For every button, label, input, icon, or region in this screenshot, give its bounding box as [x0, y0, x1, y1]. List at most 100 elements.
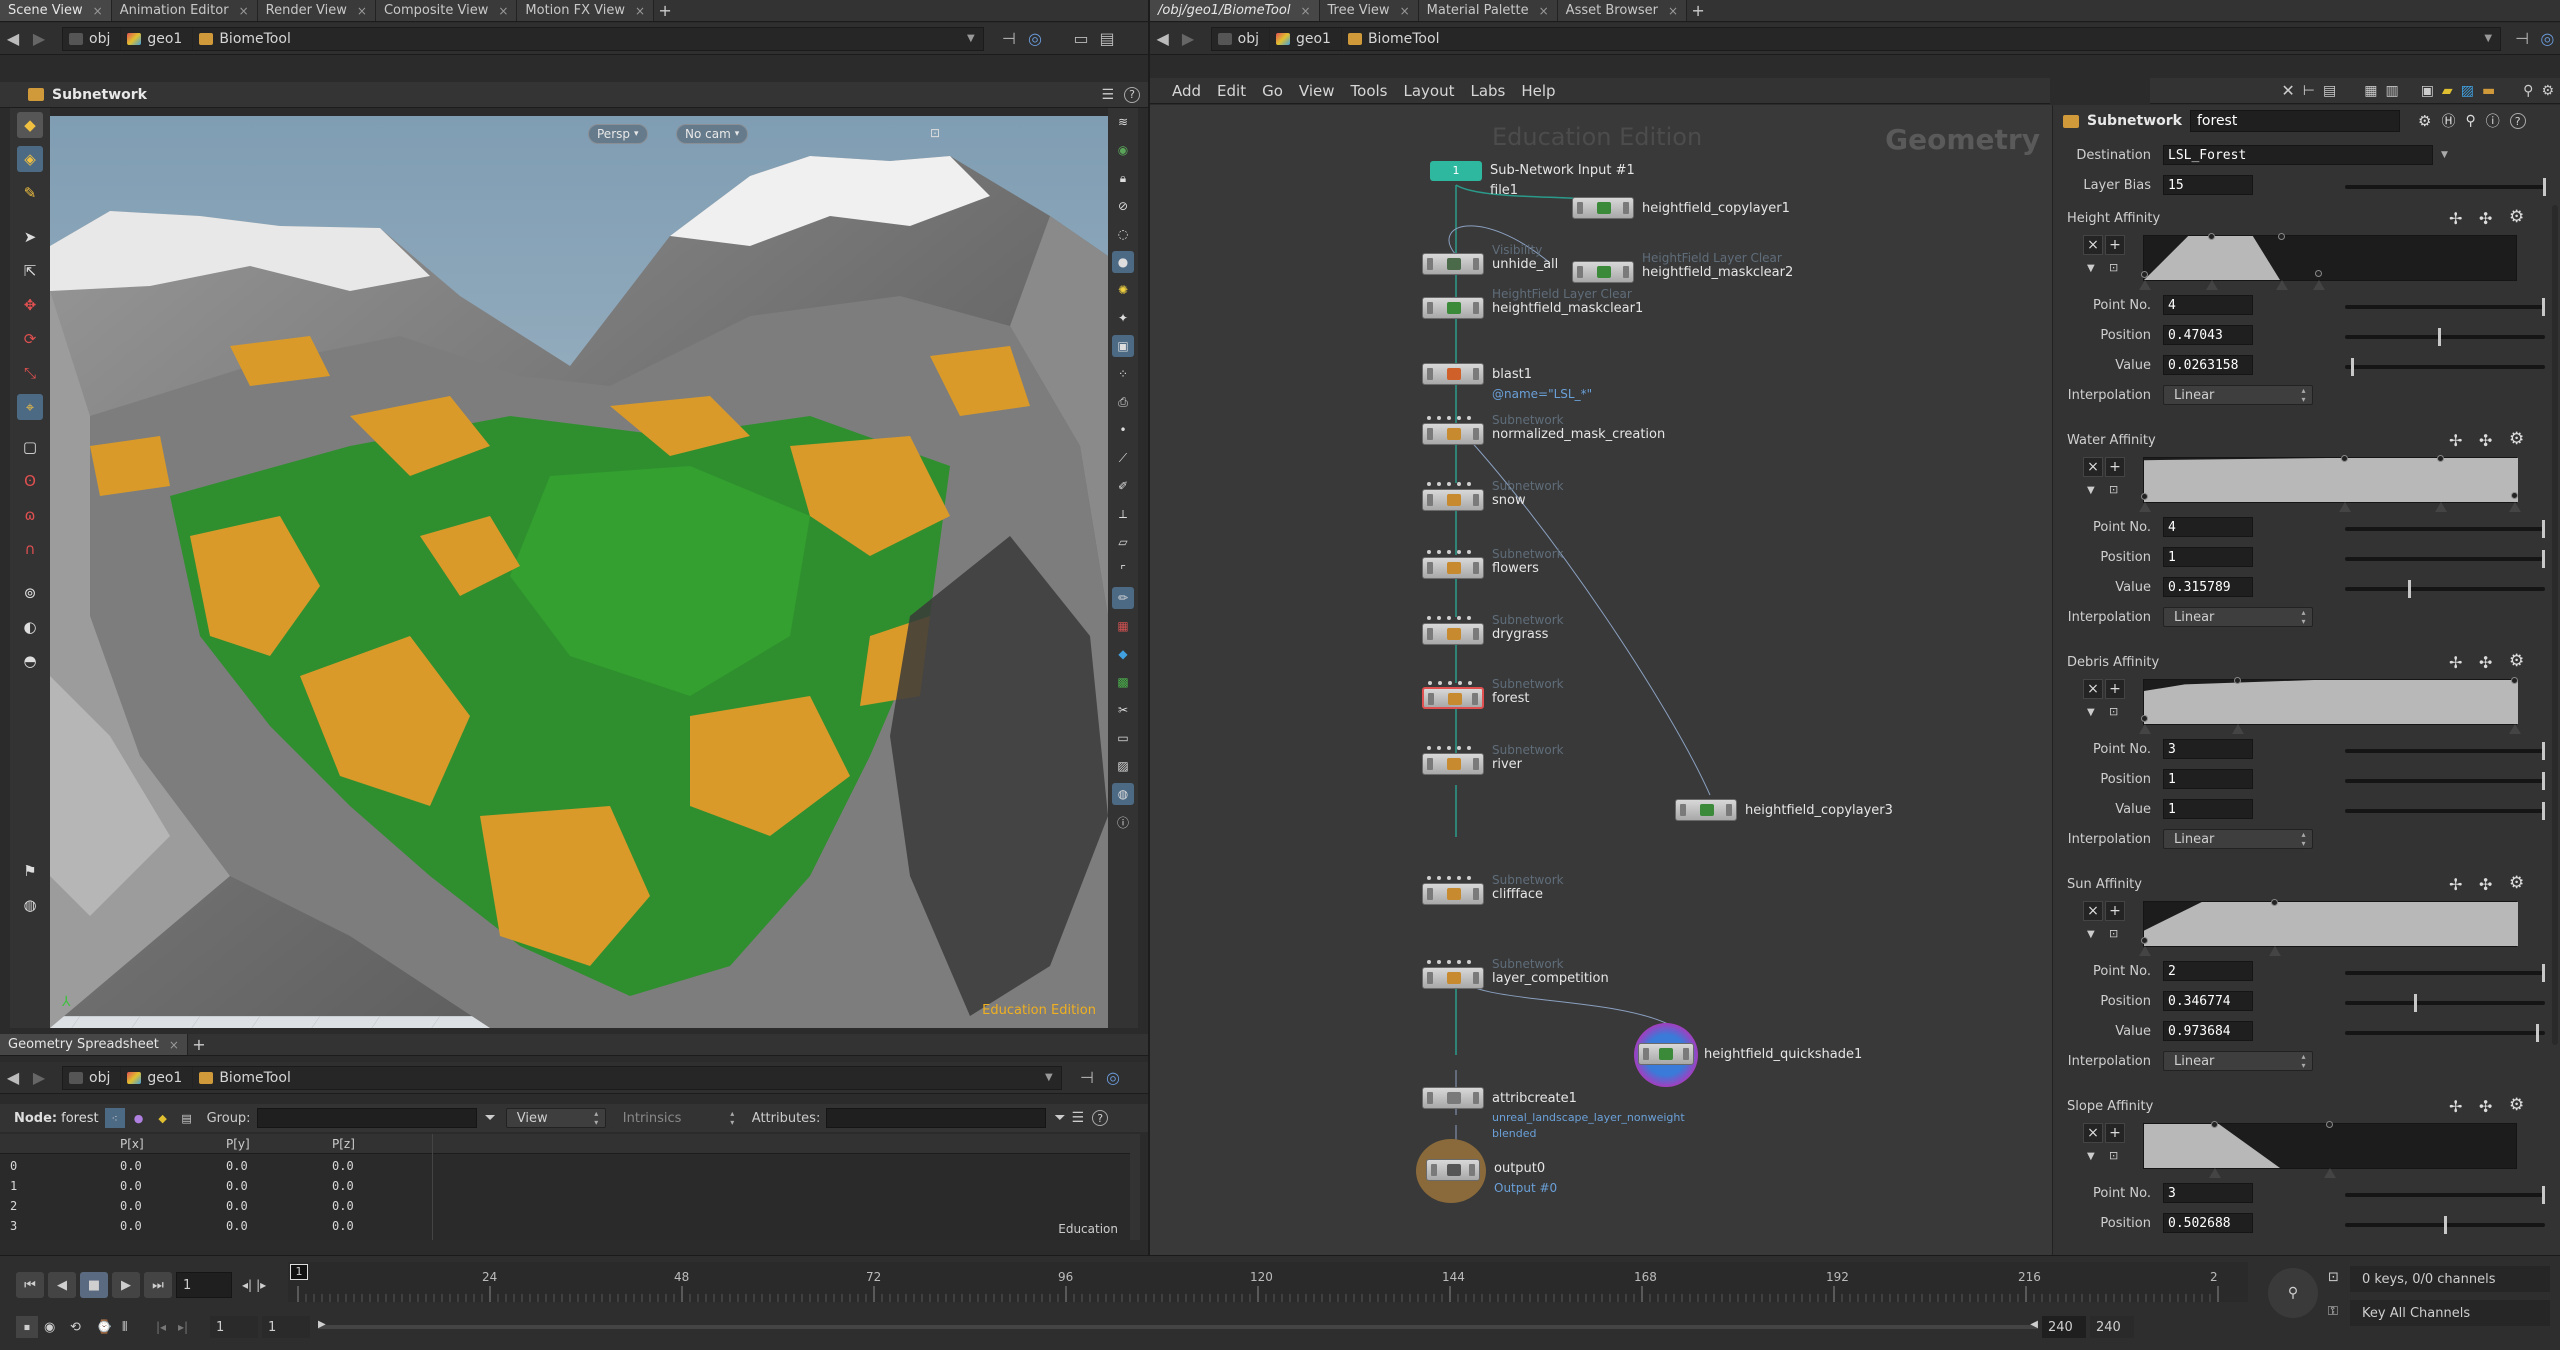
- brush-icon[interactable]: ✏︎: [1112, 587, 1134, 609]
- slope-position-field[interactable]: 0.502688: [2163, 1213, 2253, 1233]
- display-options-icon[interactable]: ☰: [1101, 87, 1114, 103]
- ramp-key-handle[interactable]: [2205, 280, 2218, 290]
- key-icon[interactable]: ⚿: [2328, 1304, 2338, 1319]
- output-flag[interactable]: [1473, 1092, 1479, 1104]
- attributes-field[interactable]: [826, 1108, 1047, 1128]
- delete-point-icon[interactable]: ×: [2083, 901, 2103, 921]
- height-value-field[interactable]: 0.0263158: [2163, 355, 2253, 375]
- orbit-icon[interactable]: ◐: [17, 614, 43, 640]
- close-icon[interactable]: ×: [635, 4, 645, 18]
- height-ramp-editor[interactable]: [2139, 233, 2517, 290]
- add-point-button[interactable]: +: [2105, 901, 2125, 921]
- sticky-icon[interactable]: ▣: [2421, 83, 2434, 99]
- folder-icon[interactable]: ▬: [2482, 83, 2495, 99]
- output-flag[interactable]: [1683, 1048, 1689, 1060]
- add-point-button[interactable]: +: [2105, 235, 2125, 255]
- output-flag[interactable]: [1473, 628, 1479, 640]
- column-header[interactable]: P[x]: [120, 1137, 144, 1151]
- settings-icon[interactable]: ⚙: [2541, 83, 2554, 99]
- delete-point-icon[interactable]: ×: [2083, 457, 2103, 477]
- slider-thumb[interactable]: [2542, 550, 2545, 568]
- lock-icon[interactable]: 🔒︎: [1112, 167, 1134, 189]
- table-row[interactable]: 3 0.0 0.0 0.0: [10, 1216, 354, 1236]
- delete-point-icon[interactable]: ×: [2083, 235, 2103, 255]
- play-icon[interactable]: ▶: [112, 1272, 140, 1298]
- add-point-icon[interactable]: ✢: [2449, 1097, 2462, 1116]
- tree-icon[interactable]: ⊢: [2303, 83, 2315, 99]
- range-handle[interactable]: ▶: [318, 1319, 326, 1330]
- add-point-button[interactable]: +: [2105, 457, 2125, 477]
- forward-arrow-icon[interactable]: ▶: [1175, 27, 1200, 51]
- output-flag[interactable]: [1473, 562, 1479, 574]
- ramp-key-point[interactable]: [2437, 455, 2444, 462]
- slider-thumb[interactable]: [2542, 802, 2545, 820]
- water-value-field[interactable]: 0.315789: [2163, 577, 2253, 597]
- terrain-icon[interactable]: ▩: [1112, 671, 1134, 693]
- ghost-icon[interactable]: ⊘: [1112, 195, 1134, 217]
- list-icon[interactable]: ▤: [2323, 83, 2336, 99]
- node-body[interactable]: [1422, 416, 1484, 445]
- debris-ramp-editor[interactable]: [2139, 677, 2521, 734]
- hda-icon[interactable]: Ⓗ: [2441, 111, 2455, 131]
- paint-icon[interactable]: ✎: [17, 180, 43, 206]
- link-icon[interactable]: ◎: [2535, 27, 2560, 51]
- ramp-key-handle[interactable]: [2139, 280, 2151, 290]
- point-icon[interactable]: •: [1112, 419, 1134, 441]
- close-icon[interactable]: ×: [93, 4, 103, 18]
- output-flag[interactable]: [1726, 804, 1732, 816]
- tab-composite-view[interactable]: Composite View ×: [375, 0, 518, 21]
- menu-view[interactable]: View: [1291, 82, 1343, 100]
- output-flag[interactable]: [1623, 202, 1629, 214]
- next-range-icon[interactable]: ▸|: [178, 1320, 200, 1334]
- scale-icon[interactable]: ⤡: [17, 360, 43, 386]
- menu-add[interactable]: Add: [1164, 82, 1209, 100]
- forward-arrow-icon[interactable]: ▶: [26, 1066, 52, 1090]
- input-flag[interactable]: [1431, 1164, 1437, 1176]
- ramp-key-handle[interactable]: [2231, 724, 2244, 734]
- ramp-key-point[interactable]: [2340, 455, 2348, 462]
- pose-icon[interactable]: ⚑: [17, 858, 43, 884]
- path-field[interactable]: obj geo1 BiomeTool ▼: [62, 26, 984, 51]
- node-body[interactable]: [1422, 876, 1484, 905]
- 3d-viewport[interactable]: Persp ▾ No cam ▾ ⊡ ⅄ Education Edition: [50, 116, 1108, 1028]
- gear-icon[interactable]: ⚙: [2509, 873, 2524, 893]
- brush-select-icon[interactable]: ɷ: [17, 502, 43, 528]
- slider-thumb[interactable]: [2542, 520, 2545, 538]
- close-icon[interactable]: ×: [1400, 4, 1410, 18]
- input-flag[interactable]: [1427, 302, 1433, 314]
- realtime-icon[interactable]: ⏹: [16, 1316, 38, 1338]
- node-name-field[interactable]: forest: [2190, 110, 2400, 132]
- input-flag[interactable]: [1427, 562, 1433, 574]
- tab-motion-fx-view[interactable]: Motion FX View ×: [517, 0, 655, 21]
- smooth-shade-icon[interactable]: ●: [1112, 251, 1134, 273]
- handle-tool-icon[interactable]: ◆: [17, 112, 43, 138]
- delete-point-icon[interactable]: ×: [2083, 679, 2103, 699]
- camera-lock-icon[interactable]: ⊡: [930, 126, 940, 140]
- breadcrumb-obj[interactable]: obj: [63, 27, 120, 51]
- link-icon[interactable]: ⊡: [2109, 927, 2118, 940]
- link-icon[interactable]: ◎: [1022, 27, 1048, 51]
- output-flag[interactable]: [1473, 368, 1479, 380]
- sun-ramp-editor[interactable]: [2139, 899, 2518, 956]
- grid-icon[interactable]: ▦: [2364, 83, 2377, 99]
- sun-interpolation-dropdown[interactable]: Linear: [2163, 1051, 2313, 1071]
- start-frame-field[interactable]: 1: [210, 1316, 258, 1338]
- slope-point-field[interactable]: 3: [2163, 1183, 2253, 1203]
- subnet-input-badge[interactable]: 1: [1430, 161, 1482, 181]
- slider-thumb[interactable]: [2542, 1186, 2545, 1204]
- node-body[interactable]: [1422, 482, 1484, 511]
- ramp-key-handle[interactable]: [2139, 946, 2151, 956]
- channel-icon[interactable]: ⊡: [2328, 1270, 2339, 1285]
- water-point-slider[interactable]: [2345, 520, 2545, 538]
- image-icon[interactable]: ▨: [2461, 83, 2474, 99]
- menu-tools[interactable]: Tools: [1343, 82, 1396, 100]
- wireframe-icon[interactable]: ◌: [1112, 223, 1134, 245]
- magnet-icon[interactable]: ∩: [17, 536, 43, 562]
- edge-icon[interactable]: ⟋: [1112, 447, 1134, 469]
- back-arrow-icon[interactable]: ◀: [0, 1066, 26, 1090]
- node-body[interactable]: [1422, 681, 1484, 709]
- ruler-icon[interactable]: ⟂: [1112, 503, 1134, 525]
- close-icon[interactable]: ×: [239, 4, 249, 18]
- slider-thumb[interactable]: [2350, 358, 2354, 376]
- sun-position-slider[interactable]: [2345, 994, 2545, 1012]
